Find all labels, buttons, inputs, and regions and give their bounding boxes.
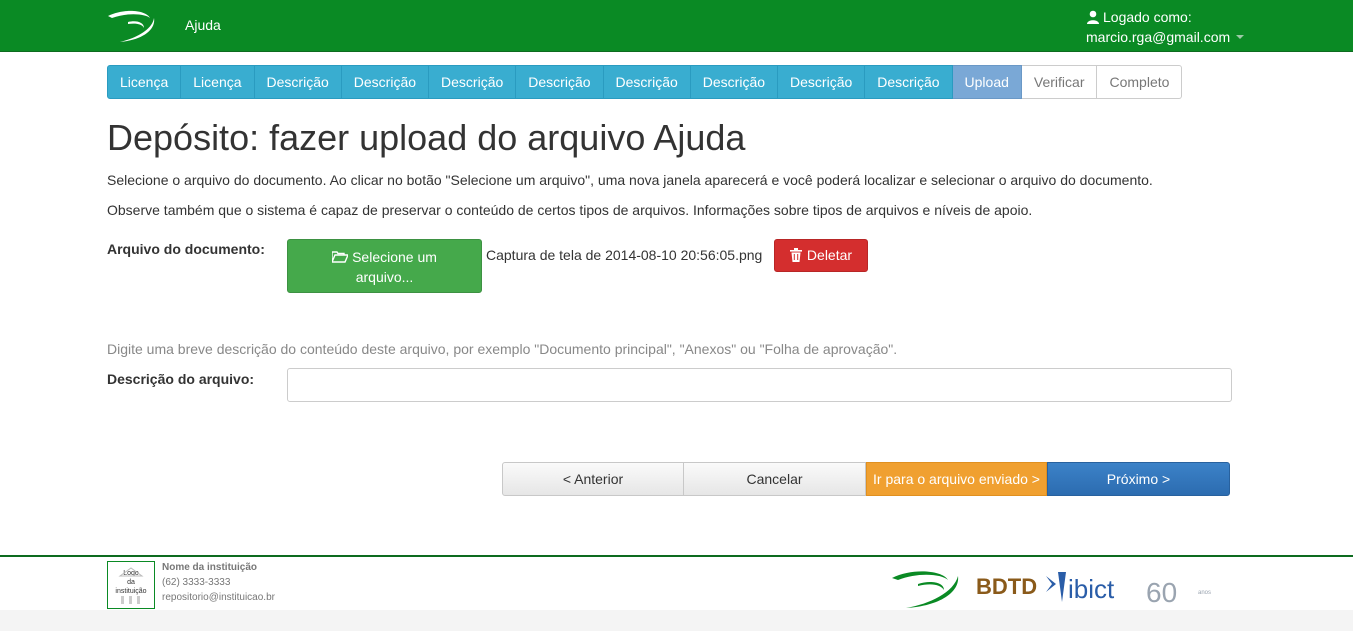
step-description-2[interactable]: Descrição [341,65,430,99]
file-label: Arquivo do documento: [107,241,265,257]
years-text: anos [1198,590,1211,596]
partner-logos: BDTD ibict 60 anos [892,571,1211,608]
sixty-years-text: 60 [1146,577,1177,608]
chevron-down-icon [1236,35,1245,39]
user-email: marcio.rga@gmail.com [1086,29,1231,45]
footer-divider [0,555,1353,557]
step-description-1[interactable]: Descrição [254,65,342,99]
institution-phone: (62) 3333-3333 [162,577,231,588]
progress-steps: Licença Licença Descrição Descrição Desc… [107,65,1183,99]
file-types-text: Observe também que o sistema é capaz de … [107,202,1033,218]
folder-open-icon [331,251,350,263]
trash-icon [789,248,802,262]
delete-label: Deletar [806,247,853,263]
cancel-button[interactable]: Cancelar [684,462,866,496]
repository-logo[interactable] [106,8,158,44]
step-upload[interactable]: Upload [952,65,1022,99]
description-label: Descrição do arquivo: [107,371,255,387]
step-description-8[interactable]: Descrição [865,65,953,99]
institution-logo: Logo da instituição [107,561,155,609]
step-complete: Completo [1097,65,1183,99]
go-to-uploaded-file-button[interactable]: Ir para o arquivo enviado > [866,462,1047,496]
nav-help-link[interactable]: Ajuda [185,17,221,33]
step-description-6[interactable]: Descrição [690,65,779,99]
logged-as-label: Logado como: [1103,9,1192,25]
step-description-4[interactable]: Descrição [516,65,604,99]
step-description-3[interactable]: Descrição [429,65,517,99]
previous-button[interactable]: < Anterior [502,462,684,496]
select-file-label-2: arquivo... [355,269,414,285]
selected-filename: Captura de tela de 2014-08-10 20:56:05.p… [486,247,763,263]
bdtd-logo: BDTD [976,574,1037,599]
step-license-1[interactable]: Licença [107,65,182,99]
intro-text: Selecione o arquivo do documento. Ao cli… [107,172,1153,188]
description-hint: Digite uma breve descrição do conteúdo d… [107,341,898,357]
institution-email[interactable]: repositorio@instituicao.br [162,592,275,603]
step-verify: Verificar [1021,65,1098,99]
repository-footer-logo [892,571,959,608]
user-icon [1087,10,1099,24]
select-file-label-1: Selecione um [352,249,437,265]
delete-button[interactable]: Deletar [774,239,868,272]
step-description-7[interactable]: Descrição [778,65,866,99]
user-menu[interactable]: Logado como: marcio.rga@gmail.com [1086,7,1245,47]
ibict-text: ibict [1068,574,1115,604]
institution-building-icon [118,567,144,604]
top-navbar: Ajuda Logado como: marcio.rga@gmail.com [0,0,1353,52]
page-title: Depósito: fazer upload do arquivo Ajuda [107,117,746,158]
ibict-logo: ibict 60 anos [1046,572,1211,608]
select-file-button[interactable]: Selecione um arquivo... [287,239,482,293]
step-license-2[interactable]: Licença [181,65,255,99]
step-description-5[interactable]: Descrição [603,65,691,99]
description-input[interactable] [287,368,1232,402]
institution-name: Nome da instituição [162,562,258,573]
action-buttons: < Anterior Cancelar Ir para o arquivo en… [502,462,1230,496]
next-button[interactable]: Próximo > [1047,462,1230,496]
footer-bottom [0,610,1353,631]
